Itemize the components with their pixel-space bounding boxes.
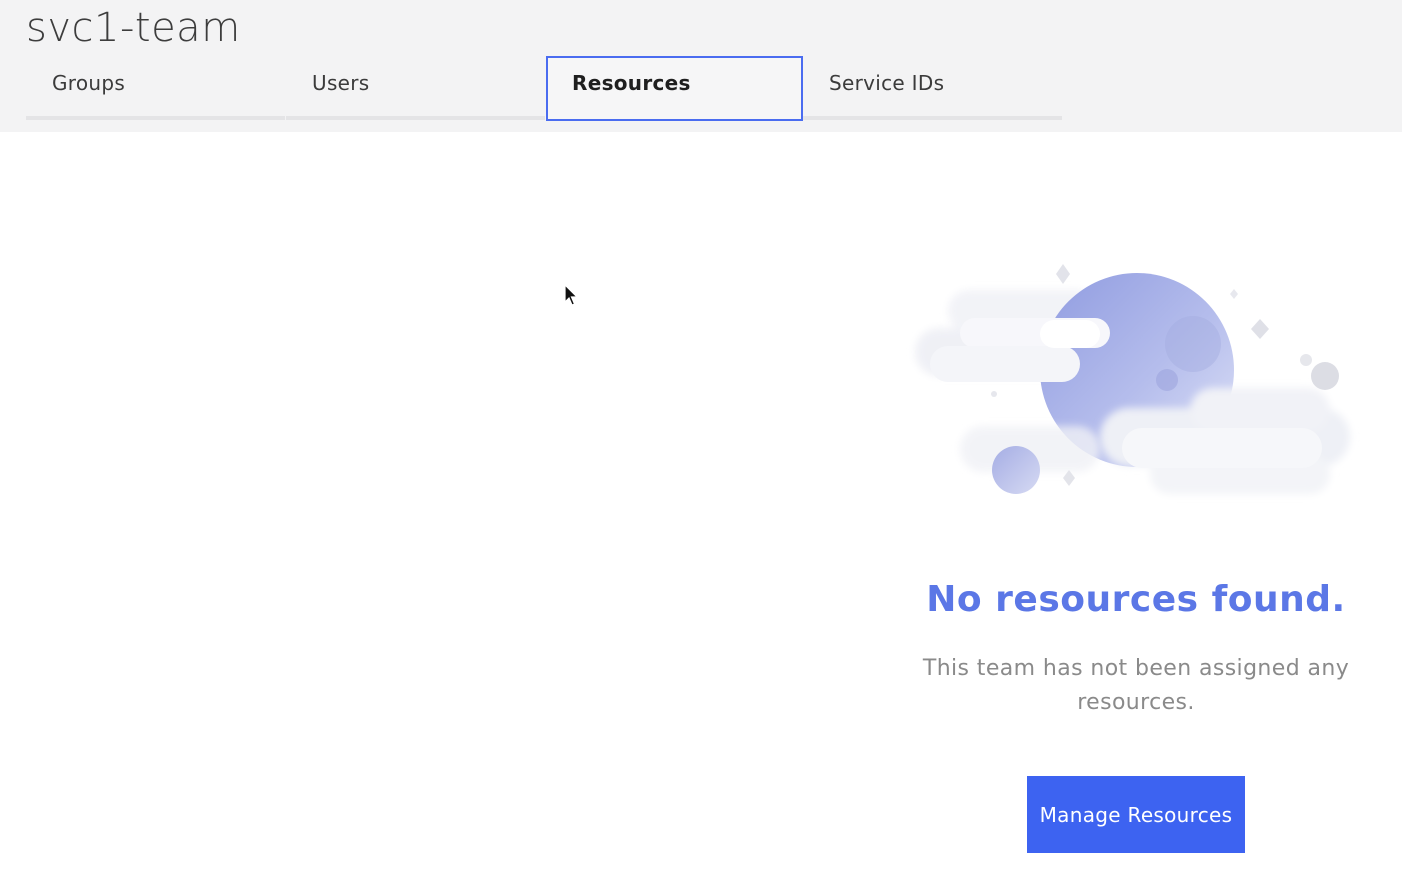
tab-groups-label: Groups	[52, 71, 126, 95]
empty-state-title: No resources found.	[926, 579, 1346, 620]
empty-state-description: This team has not been assigned any reso…	[922, 656, 1350, 715]
tab-service-ids[interactable]: Service IDs	[803, 56, 1063, 120]
tab-resources-label: Resources	[572, 71, 691, 95]
tab-users[interactable]: Users	[286, 56, 546, 120]
planet-clouds-illustration	[915, 264, 1350, 494]
tab-resources[interactable]: Resources	[546, 56, 803, 121]
tab-users-label: Users	[312, 71, 370, 95]
page-header: svc1-team Groups Users Resources Service…	[0, 0, 1402, 132]
tab-service-ids-label: Service IDs	[829, 71, 945, 95]
manage-resources-button[interactable]: Manage Resources	[1027, 776, 1245, 853]
page-title: svc1-team	[26, 5, 241, 51]
tab-bar: Groups Users Resources Service IDs	[26, 56, 1063, 122]
tab-groups[interactable]: Groups	[26, 56, 286, 120]
mouse-cursor-icon	[564, 284, 579, 306]
